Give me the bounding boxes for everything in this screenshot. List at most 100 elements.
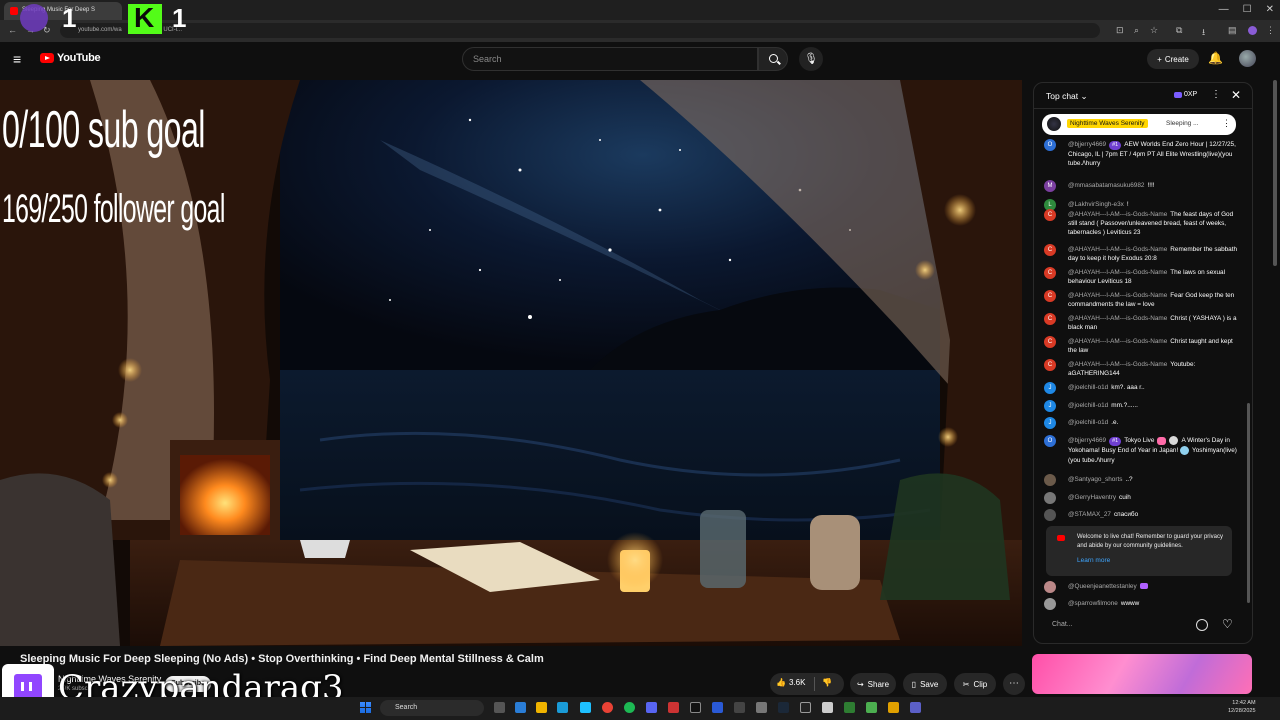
monitor-icon[interactable] <box>756 702 767 713</box>
app-green-icon[interactable] <box>866 702 877 713</box>
minimize-icon[interactable]: — <box>1219 4 1229 15</box>
chrome-icon[interactable] <box>602 702 613 713</box>
chat-avatar[interactable] <box>1044 492 1056 504</box>
chat-author[interactable]: @AHAYAH---I-AM---is-Gods-Name <box>1068 361 1167 368</box>
app-yellow-icon[interactable] <box>888 702 899 713</box>
close-window-icon[interactable]: ✕ <box>1266 4 1274 15</box>
chat-avatar[interactable] <box>1044 474 1056 486</box>
chat-input[interactable]: Chat... <box>1042 616 1192 634</box>
chat-author[interactable]: @joelchill-o1d <box>1068 384 1108 391</box>
chat-author[interactable]: @joelchill-o1d <box>1068 402 1108 409</box>
chat-avatar[interactable]: O <box>1044 139 1056 151</box>
chat-author[interactable]: @AHAYAH---I-AM---is-Gods-Name <box>1068 292 1167 299</box>
chat-author[interactable]: @bjjerry4669 <box>1068 437 1106 444</box>
notes-icon[interactable] <box>822 702 833 713</box>
editor-icon[interactable] <box>712 702 723 713</box>
edge-icon[interactable] <box>580 702 591 713</box>
more-actions-button[interactable]: ⋯ <box>1003 673 1025 695</box>
chat-avatar[interactable]: C <box>1044 336 1056 348</box>
chat-avatar[interactable] <box>1044 581 1056 593</box>
chat-author[interactable]: @joelchill-o1d <box>1068 419 1108 426</box>
pinned-message[interactable]: Nighttime Waves Serenity Sleeping ... ⋮ <box>1042 114 1236 135</box>
recommended-video-thumbnail[interactable] <box>1032 654 1252 694</box>
search-input[interactable] <box>473 54 733 64</box>
bookmark-star-icon[interactable]: ☆ <box>1150 25 1158 36</box>
chat-avatar[interactable]: M <box>1044 180 1056 192</box>
chat-author[interactable]: @AHAYAH---I-AM---is-Gods-Name <box>1068 246 1167 253</box>
hamburger-menu-icon[interactable]: ≡ <box>13 51 21 67</box>
chat-avatar[interactable] <box>1044 598 1056 610</box>
nvidia-icon[interactable] <box>844 702 855 713</box>
chat-author[interactable]: @LakhvirSingh-e3x <box>1068 201 1124 208</box>
close-chat-icon[interactable]: ✕ <box>1231 88 1241 102</box>
discord-icon[interactable] <box>646 702 657 713</box>
emoji-picker-icon[interactable] <box>1196 619 1208 631</box>
chat-author[interactable]: @AHAYAH---I-AM---is-Gods-Name <box>1068 338 1167 345</box>
chat-author[interactable]: @GerryHaventry <box>1068 494 1116 501</box>
chat-avatar[interactable]: O <box>1044 435 1056 447</box>
steam-icon[interactable] <box>778 702 789 713</box>
chat-author[interactable]: @sparrowfilmone <box>1068 600 1118 607</box>
copilot-icon[interactable] <box>515 702 526 713</box>
profile-icon[interactable] <box>1248 26 1257 35</box>
file-explorer-icon[interactable] <box>536 702 547 713</box>
notifications-bell-icon[interactable]: 🔔 <box>1208 51 1223 65</box>
xbox-icon[interactable] <box>734 702 745 713</box>
page-scrollbar[interactable] <box>1273 80 1277 266</box>
search-box[interactable] <box>462 47 758 71</box>
chat-avatar[interactable]: C <box>1044 313 1056 325</box>
voice-search-button[interactable]: 🎙 <box>799 47 823 71</box>
app-icon[interactable] <box>668 702 679 713</box>
store-icon[interactable] <box>557 702 568 713</box>
xp-badge[interactable]: 0XP <box>1174 91 1197 98</box>
windows-start-icon[interactable] <box>360 702 371 713</box>
teams-icon[interactable] <box>910 702 921 713</box>
chat-avatar[interactable]: C <box>1044 209 1056 221</box>
chat-author[interactable]: @AHAYAH---I-AM---is-Gods-Name <box>1068 269 1167 276</box>
chat-author[interactable]: @STAMAX_27 <box>1068 511 1111 518</box>
chat-author[interactable]: @mmasabatamasuku6982 <box>1068 182 1144 189</box>
pinned-options-icon[interactable]: ⋮ <box>1222 118 1231 129</box>
extensions-icon[interactable]: ⧉ <box>1176 25 1182 36</box>
chat-avatar[interactable]: J <box>1044 400 1056 412</box>
task-view-icon[interactable] <box>494 702 505 713</box>
chat-author[interactable]: @Queenjeanettestanley <box>1068 583 1137 590</box>
zoom-icon[interactable]: ⌕ <box>1134 25 1139 36</box>
back-icon[interactable]: ← <box>8 25 17 35</box>
chat-avatar[interactable]: J <box>1044 382 1056 394</box>
create-button[interactable]: + Create <box>1147 49 1199 69</box>
spotify-icon[interactable] <box>624 702 635 713</box>
account-avatar[interactable] <box>1239 50 1256 67</box>
search-button[interactable] <box>758 47 788 71</box>
downloads-icon[interactable]: ⭳ <box>1202 25 1205 41</box>
chat-scrollbar[interactable] <box>1247 403 1250 603</box>
address-bar[interactable]: youtube.com/wa UCI-i... <box>60 23 1100 38</box>
chat-author[interactable]: @AHAYAH---I-AM---is-Gods-Name <box>1068 315 1167 322</box>
video-player[interactable]: 0/100 sub goal 169/250 follower goal <box>0 80 1022 646</box>
clip-button[interactable]: ✂ Clip <box>954 673 996 695</box>
save-button[interactable]: ▯ Save <box>903 673 947 695</box>
learn-more-link[interactable]: Learn more <box>1077 557 1110 564</box>
sidebar-icon[interactable]: ▤ <box>1228 25 1237 36</box>
chat-avatar[interactable]: C <box>1044 290 1056 302</box>
chat-author[interactable]: @bjjerry4669 <box>1068 141 1106 148</box>
heart-reaction-icon[interactable]: ♡ <box>1222 617 1233 631</box>
kick-app-icon[interactable] <box>800 702 811 713</box>
browser-menu-icon[interactable]: ⋮ <box>1266 25 1275 36</box>
chat-author[interactable]: @AHAYAH---I-AM---is-Gods-Name <box>1068 211 1167 218</box>
chat-mode-dropdown[interactable]: Top chat ⌄ <box>1046 91 1088 102</box>
taskbar-clock[interactable]: 12:42 AM 12/28/2025 <box>1228 699 1256 715</box>
dislike-button[interactable]: 👎 <box>822 678 832 687</box>
install-icon[interactable]: ⊡ <box>1116 25 1124 36</box>
tiktok-icon[interactable] <box>690 702 701 713</box>
chat-avatar[interactable]: C <box>1044 244 1056 256</box>
maximize-icon[interactable]: ☐ <box>1243 4 1252 15</box>
chat-avatar[interactable]: C <box>1044 359 1056 371</box>
chat-avatar[interactable]: C <box>1044 267 1056 279</box>
chat-avatar[interactable]: J <box>1044 417 1056 429</box>
like-button[interactable]: 👍 3.6K <box>776 678 805 687</box>
chat-author[interactable]: @Santyago_shorts <box>1068 476 1122 483</box>
chat-options-icon[interactable]: ⋮ <box>1211 89 1221 100</box>
chat-avatar[interactable] <box>1044 509 1056 521</box>
share-button[interactable]: ↪ Share <box>850 673 896 695</box>
